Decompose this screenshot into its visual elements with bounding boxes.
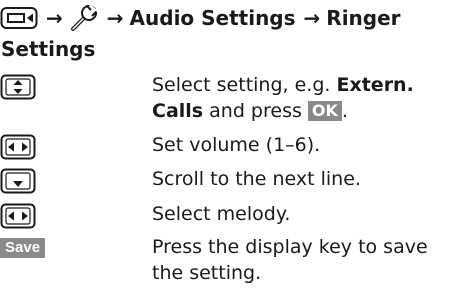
save-key-label: Save [0,238,46,258]
path-arrow-3: → [303,5,321,30]
ok-display-key: OK [307,101,342,121]
step-text: and press [203,100,308,122]
control-key-down-icon [0,168,36,198]
save-display-key: Save [0,237,46,258]
wrench-icon [69,3,99,33]
step-select-setting-text: Select setting, e.g. Extern. Calls and p… [152,72,452,124]
heading-row-2: Settings [1,37,96,61]
path-item-ringer: Ringer [326,5,401,30]
path-arrow-2: → [106,5,124,30]
step-save-text: Press the display key to save the settin… [152,236,428,284]
navigation-path-heading: → → Audio Settings → Ringer Settings [0,0,452,64]
step-scroll-text: Scroll to the next line. [152,168,361,190]
step-set-volume-text: Set volume (1–6). [152,134,321,156]
path-item-audio-settings: Audio Settings [129,5,296,30]
step-text: Select setting, e.g. [152,74,337,96]
control-key-left-right-icon [0,134,36,164]
control-key-left-right-icon [0,203,36,233]
step-text: . [341,100,348,122]
path-arrow-1: → [46,5,63,30]
heading-row-1: → → Audio Settings → Ringer [0,0,452,36]
step-select-melody-text: Select melody. [152,203,291,225]
control-key-up-down-icon [0,74,36,104]
menu-key-icon [0,5,38,31]
